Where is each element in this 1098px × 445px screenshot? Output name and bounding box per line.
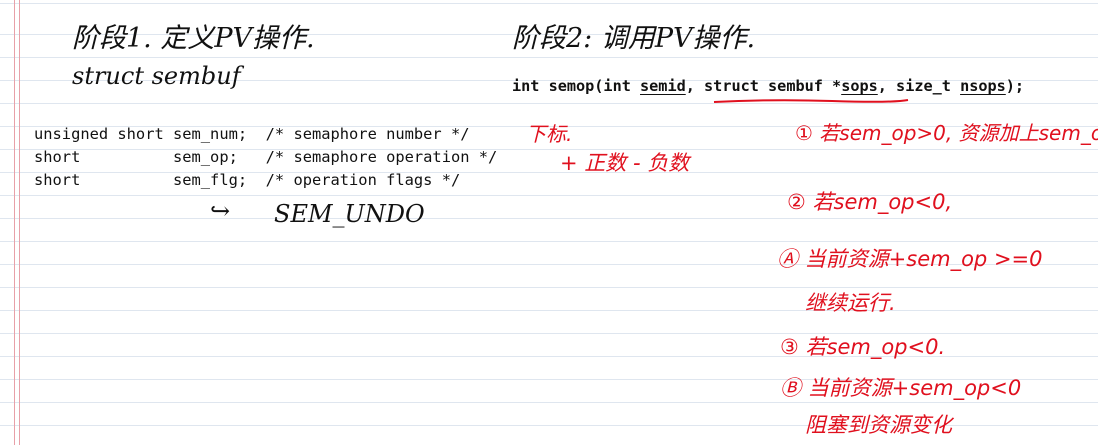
field-sem-num: unsigned short sem_num; /* semaphore num… <box>34 125 470 143</box>
semop-prototype: int semop(int semid, struct sembuf *sops… <box>512 77 1024 95</box>
case-2a-result: 继续运行. <box>805 291 896 315</box>
stage1-title: 阶段1. 定义PV操作. <box>72 23 315 54</box>
margin-line-left <box>14 0 15 445</box>
proto-nsops: nsops <box>960 77 1006 95</box>
sops-red-underline <box>713 99 909 103</box>
proto-sep2: , size_t <box>877 77 961 95</box>
case-3b-result: 阻塞到资源变化 <box>805 413 952 437</box>
flag-value: SEM_UNDO <box>274 200 425 228</box>
margin-line-right <box>19 0 20 445</box>
proto-semid: semid <box>640 77 686 95</box>
proto-suffix: ); <box>1005 77 1025 95</box>
proto-struct: struct sembuf * <box>704 77 842 95</box>
case-2: ② 若sem_op<0, <box>787 190 953 214</box>
case-2a: Ⓐ 当前资源+sem_op >=0 <box>777 247 1043 271</box>
proto-sep1: , <box>685 77 705 95</box>
sem-num-note: 下标. <box>526 122 573 146</box>
proto-sops: sops <box>841 77 878 95</box>
case-3: ③ 若sem_op<0. <box>780 335 946 359</box>
stage1-struct-label: struct sembuf <box>72 62 241 90</box>
case-1: ① 若sem_op>0, 资源加上sem_op <box>795 121 1098 145</box>
stage2-title: 阶段2: 调用PV操作. <box>512 23 756 54</box>
case-3b: Ⓑ 当前资源+sem_op<0 <box>780 376 1022 400</box>
field-sem-flg: short sem_flg; /* operation flags */ <box>34 171 461 189</box>
flag-arrow-icon: ↪ <box>210 197 231 225</box>
proto-prefix: int semop(int <box>512 77 641 95</box>
field-sem-op: short sem_op; /* semaphore operation */ <box>34 148 498 166</box>
sem-op-note: + 正数 - 负数 <box>560 151 690 175</box>
red-underline-stroke <box>713 99 909 103</box>
